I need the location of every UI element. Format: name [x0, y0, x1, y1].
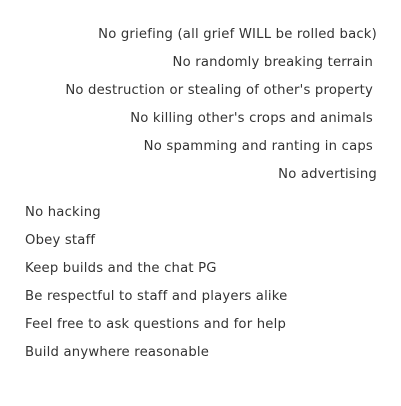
rule-no-hacking: No hacking [25, 205, 101, 220]
left-aligned-rules-list: No hacking Obey staff Keep builds and th… [25, 199, 287, 367]
rule-no-killing-crops-animals: No killing other's crops and animals [130, 111, 373, 126]
rule-no-destruction-stealing: No destruction or stealing of other's pr… [65, 83, 373, 98]
rule-be-respectful: Be respectful to staff and players alike [25, 289, 288, 304]
rule-ask-questions: Feel free to ask questions and for help [25, 317, 287, 332]
rule-no-griefing: No griefing (all grief WILL be rolled ba… [98, 27, 377, 42]
rule-no-advertising: No advertising [278, 167, 377, 182]
rule-build-reasonable: Build anywhere reasonable [25, 345, 210, 360]
rules-page: { "right_rules": [ "No griefing (all gri… [0, 0, 401, 406]
rule-no-breaking-terrain: No randomly breaking terrain [172, 55, 373, 70]
rule-no-spamming-caps: No spamming and ranting in caps [143, 139, 373, 154]
rule-obey-staff: Obey staff [25, 233, 96, 248]
rule-keep-pg: Keep builds and the chat PG [25, 261, 217, 276]
right-aligned-rules-list: No griefing (all grief WILL be rolled ba… [65, 21, 377, 189]
